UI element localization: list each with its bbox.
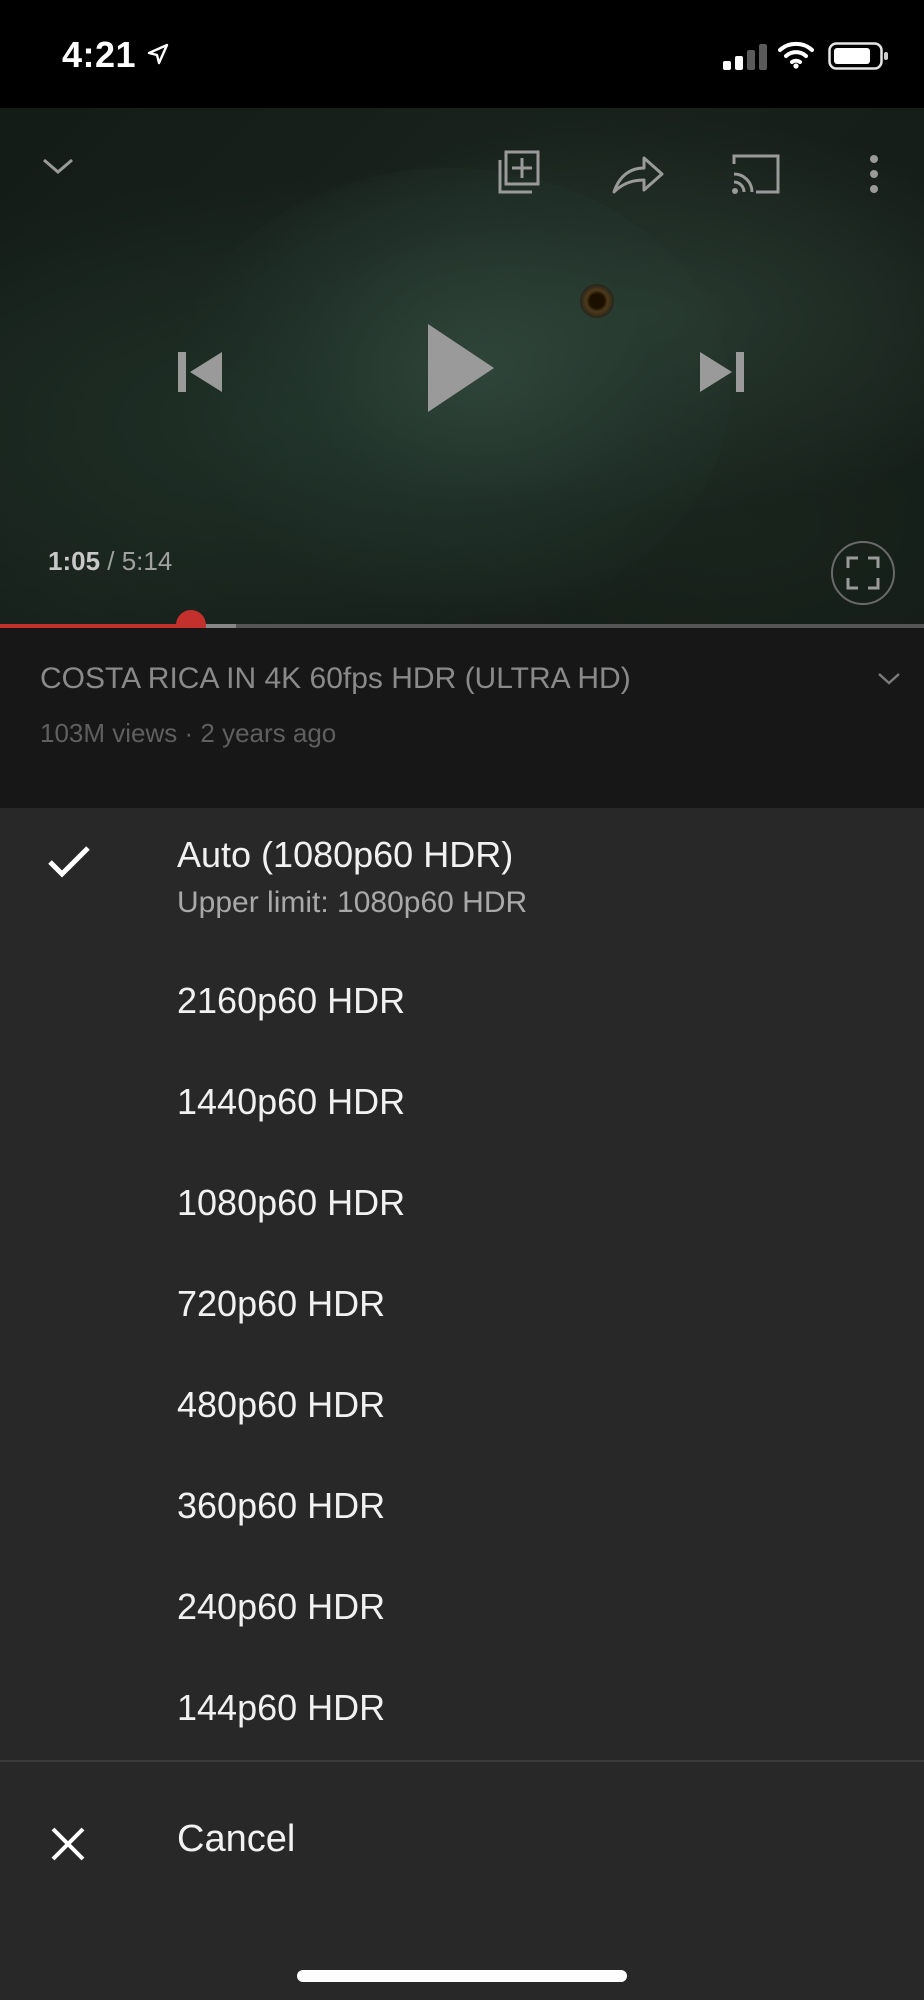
- next-icon[interactable]: [698, 348, 746, 401]
- battery-icon: [828, 42, 890, 75]
- quality-option-auto[interactable]: Auto (1080p60 HDR) Upper limit: 1080p60 …: [0, 808, 924, 948]
- cellular-signal-icon: [722, 44, 768, 75]
- quality-option-label: 480p60 HDR: [177, 1384, 386, 1425]
- location-arrow-icon: [146, 42, 170, 71]
- quality-option-label: 2160p60 HDR: [177, 980, 406, 1021]
- checkmark-icon: [46, 844, 92, 885]
- quality-option-label: 240p60 HDR: [177, 1586, 386, 1627]
- quality-option[interactable]: 720p60 HDR: [0, 1253, 924, 1353]
- video-meta: 103M views · 2 years ago: [40, 718, 337, 748]
- quality-sheet: Auto (1080p60 HDR) Upper limit: 1080p60 …: [0, 808, 924, 2000]
- quality-option[interactable]: 1080p60 HDR: [0, 1152, 924, 1252]
- quality-option[interactable]: 1440p60 HDR: [0, 1051, 924, 1151]
- more-vert-icon[interactable]: [868, 154, 880, 199]
- quality-option-label: 360p60 HDR: [177, 1485, 386, 1526]
- video-player[interactable]: 1:05 / 5:14: [0, 108, 924, 628]
- quality-option[interactable]: 360p60 HDR: [0, 1455, 924, 1555]
- video-title[interactable]: COSTA RICA IN 4K 60fps HDR (ULTRA HD): [40, 662, 631, 696]
- quality-option-sublabel: Upper limit: 1080p60 HDR: [177, 886, 528, 919]
- quality-option-label: 1080p60 HDR: [177, 1182, 406, 1223]
- add-to-playlist-icon[interactable]: [494, 148, 542, 201]
- quality-option[interactable]: 480p60 HDR: [0, 1354, 924, 1454]
- status-bar: 4:21: [0, 0, 924, 108]
- status-time: 4:21: [62, 34, 137, 75]
- play-icon[interactable]: [424, 320, 496, 421]
- quality-option[interactable]: 144p60 HDR: [0, 1657, 924, 1757]
- cast-icon[interactable]: [730, 152, 782, 201]
- fullscreen-icon[interactable]: [830, 540, 896, 611]
- cancel-button[interactable]: Cancel: [0, 1762, 924, 1922]
- time-separator: /: [100, 546, 122, 576]
- quality-option-label: 144p60 HDR: [177, 1687, 386, 1728]
- close-icon: [50, 1826, 86, 1867]
- cancel-label: Cancel: [177, 1818, 296, 1860]
- chevron-down-icon[interactable]: [40, 154, 76, 183]
- quality-option-label: Auto (1080p60 HDR): [177, 834, 514, 875]
- time-readout: 1:05 / 5:14: [48, 546, 172, 577]
- duration: 5:14: [121, 546, 173, 576]
- quality-option-label: 720p60 HDR: [177, 1283, 386, 1324]
- expand-description-icon[interactable]: [876, 670, 902, 693]
- share-icon[interactable]: [612, 152, 664, 201]
- quality-option-label: 1440p60 HDR: [177, 1081, 406, 1122]
- home-indicator[interactable]: [297, 1970, 627, 1982]
- quality-option[interactable]: 2160p60 HDR: [0, 950, 924, 1050]
- previous-icon[interactable]: [176, 348, 224, 401]
- quality-option[interactable]: 240p60 HDR: [0, 1556, 924, 1656]
- video-info: COSTA RICA IN 4K 60fps HDR (ULTRA HD) 10…: [0, 628, 924, 808]
- current-time: 1:05: [48, 546, 101, 576]
- wifi-icon: [778, 40, 814, 75]
